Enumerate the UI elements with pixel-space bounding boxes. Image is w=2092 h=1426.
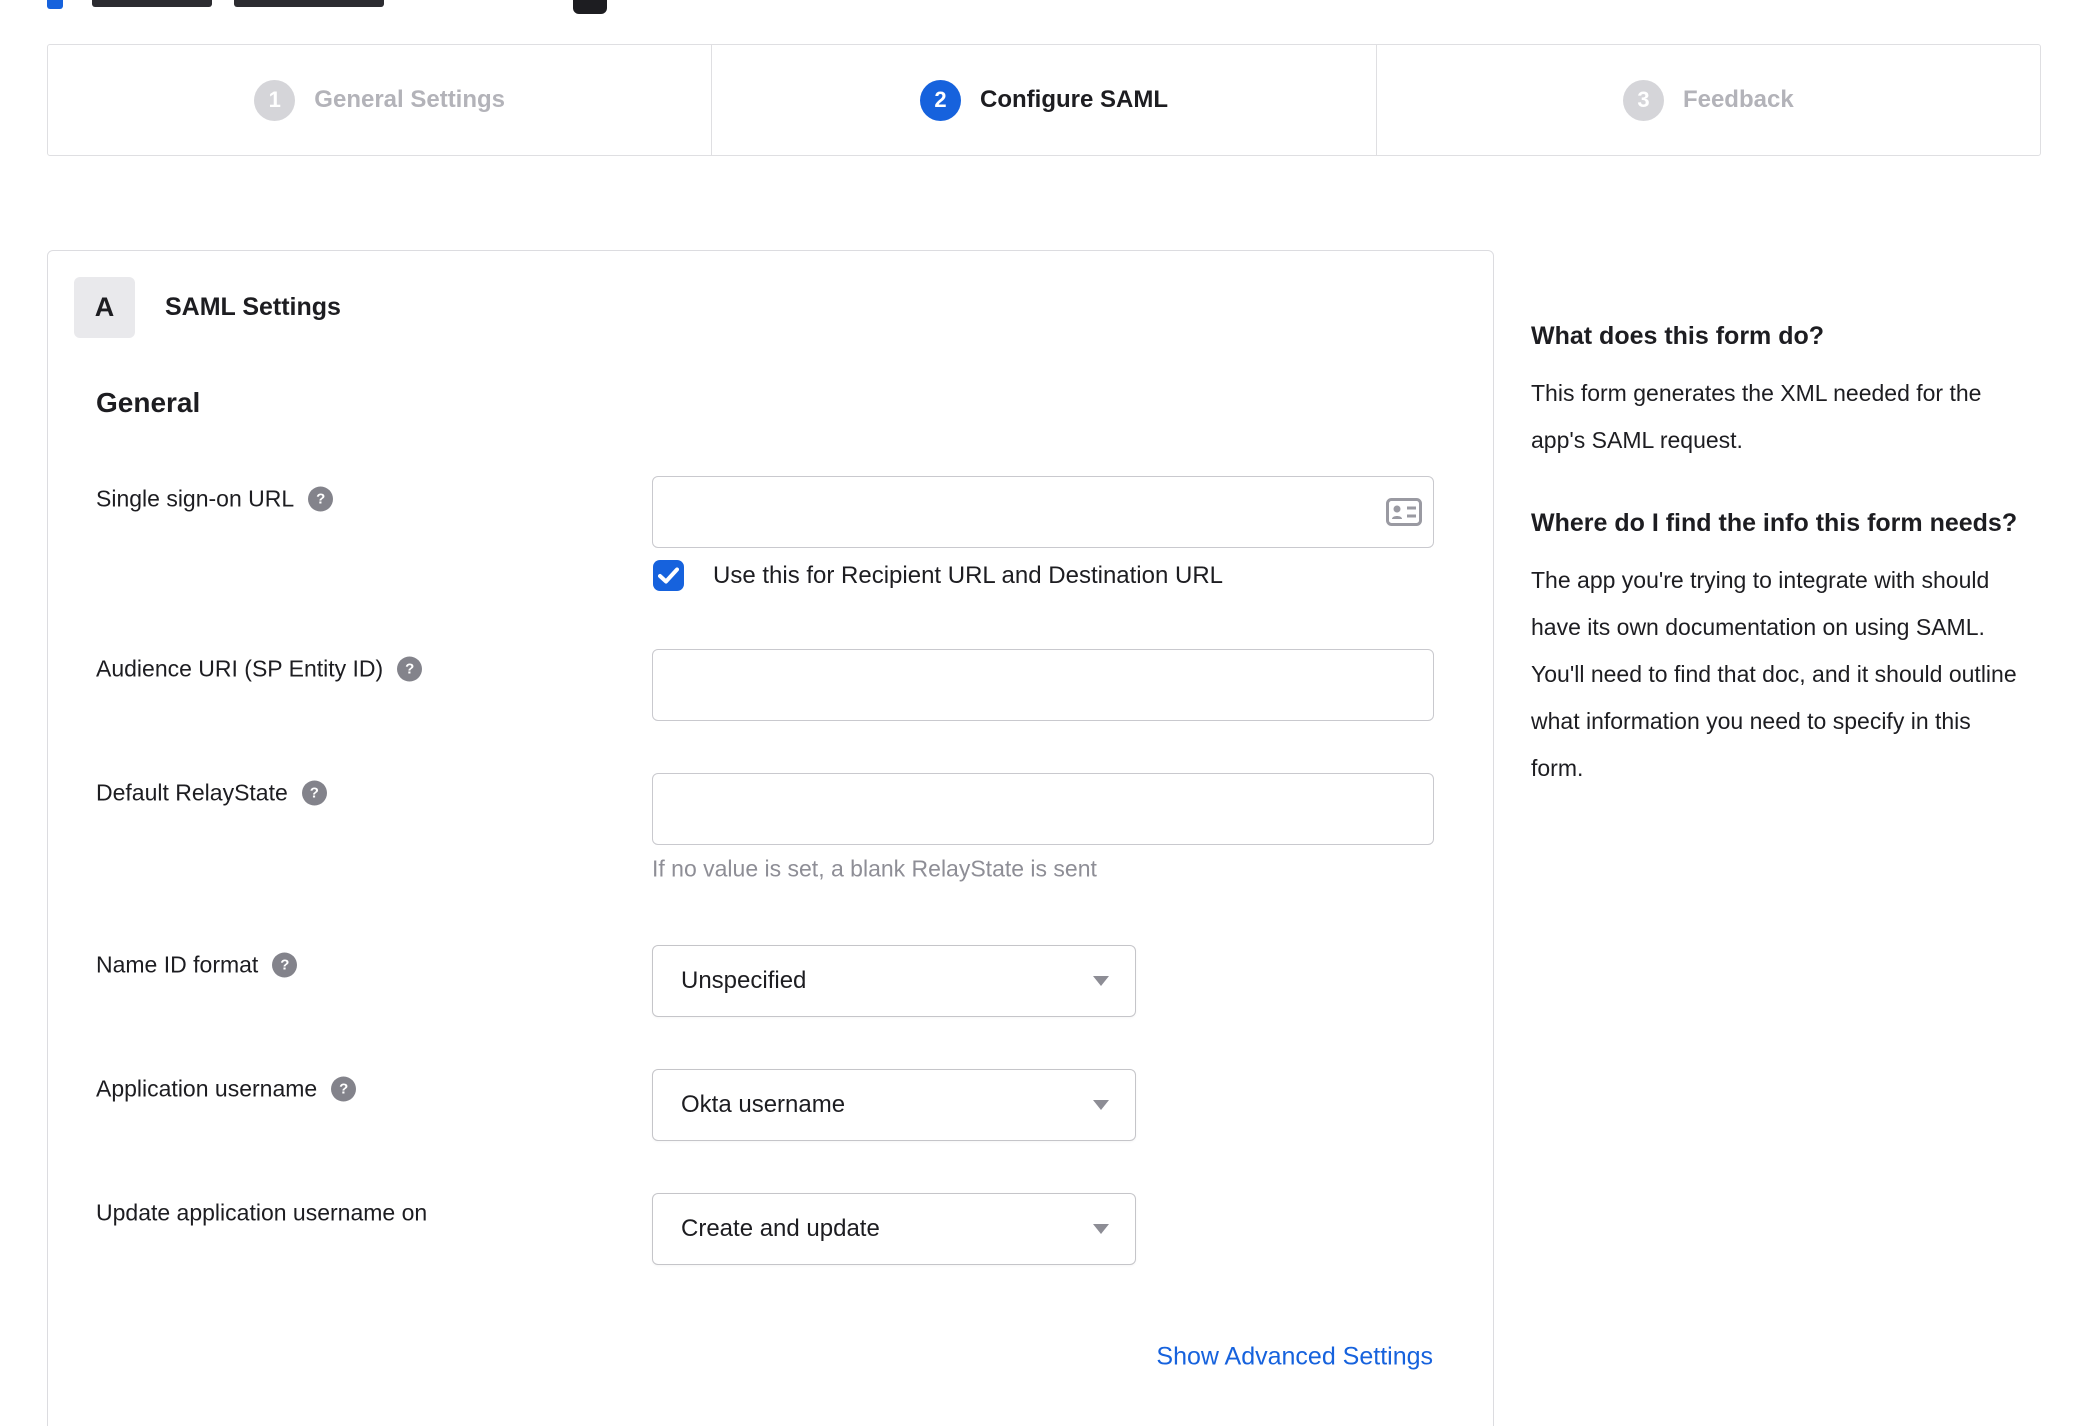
section-a-badge: A bbox=[74, 277, 135, 338]
name-id-format-label: Name ID format ? bbox=[96, 951, 298, 979]
chevron-down-icon bbox=[1093, 976, 1109, 986]
sidebar-heading-what: What does this form do? bbox=[1531, 322, 1825, 350]
name-id-format-value: Unspecified bbox=[681, 967, 807, 994]
step-general-settings[interactable]: 1 General Settings bbox=[48, 45, 711, 155]
step-number-badge: 2 bbox=[920, 79, 961, 121]
update-username-value: Create and update bbox=[681, 1215, 880, 1242]
step-configure-saml[interactable]: 2 Configure SAML bbox=[711, 45, 1375, 155]
panel-title: SAML Settings bbox=[165, 293, 341, 321]
update-username-label-text: Update application username on bbox=[96, 1199, 428, 1226]
cutoff-header-icon-fragment bbox=[573, 0, 607, 14]
autofill-contact-card-icon[interactable] bbox=[1386, 498, 1422, 526]
step-number-badge: 3 bbox=[1622, 79, 1664, 121]
sso-url-label-text: Single sign-on URL bbox=[96, 485, 295, 512]
chevron-down-icon bbox=[1093, 1100, 1109, 1110]
help-icon[interactable]: ? bbox=[397, 656, 423, 682]
update-username-label: Update application username on bbox=[96, 1200, 427, 1227]
help-icon[interactable]: ? bbox=[331, 1076, 357, 1102]
recipient-url-checkbox[interactable] bbox=[653, 560, 684, 591]
sidebar-body-what: This form generates the XML needed for t… bbox=[1531, 380, 1982, 454]
step-label: Feedback bbox=[1682, 86, 1794, 113]
application-username-label: Application username ? bbox=[96, 1075, 357, 1103]
audience-uri-input[interactable] bbox=[652, 649, 1434, 721]
step-label: Configure SAML bbox=[980, 86, 1168, 113]
configure-saml-page: 1 General Settings 2 Configure SAML 3 Fe… bbox=[0, 0, 2092, 1426]
application-username-select[interactable]: Okta username bbox=[652, 1069, 1136, 1141]
chevron-down-icon bbox=[1093, 1224, 1109, 1234]
relay-state-label-text: Default RelayState bbox=[96, 779, 288, 806]
sso-url-label: Single sign-on URL ? bbox=[96, 485, 334, 513]
sidebar-body-where: The app you're trying to integrate with … bbox=[1531, 566, 2017, 782]
help-sidebar: What does this form do? This form genera… bbox=[1531, 318, 2023, 832]
wizard-stepper: 1 General Settings 2 Configure SAML 3 Fe… bbox=[47, 44, 2041, 156]
cutoff-header-title-fragment bbox=[92, 0, 212, 7]
update-username-select[interactable]: Create and update bbox=[652, 1193, 1136, 1265]
cutoff-header-title-fragment bbox=[234, 0, 384, 7]
sso-url-input[interactable] bbox=[652, 476, 1434, 548]
name-id-format-select[interactable]: Unspecified bbox=[652, 945, 1136, 1017]
help-icon[interactable]: ? bbox=[301, 780, 327, 806]
name-id-format-label-text: Name ID format bbox=[96, 951, 259, 978]
relay-state-label: Default RelayState ? bbox=[96, 780, 327, 807]
relay-state-input[interactable] bbox=[652, 773, 1434, 845]
step-feedback[interactable]: 3 Feedback bbox=[1375, 45, 2040, 155]
general-section-heading: General bbox=[96, 387, 201, 418]
saml-settings-panel: A SAML Settings General Single sign-on U… bbox=[47, 250, 1494, 1426]
step-number-badge: 1 bbox=[254, 79, 296, 121]
show-advanced-settings-link[interactable]: Show Advanced Settings bbox=[1156, 1343, 1433, 1372]
audience-uri-label-text: Audience URI (SP Entity ID) bbox=[96, 655, 384, 682]
application-username-label-text: Application username bbox=[96, 1075, 318, 1102]
audience-uri-label: Audience URI (SP Entity ID) ? bbox=[96, 655, 423, 683]
recipient-url-checkbox-label[interactable]: Use this for Recipient URL and Destinati… bbox=[713, 562, 1223, 590]
relay-state-hint: If no value is set, a blank RelayState i… bbox=[652, 855, 1097, 882]
application-username-value: Okta username bbox=[681, 1091, 846, 1118]
step-label: General Settings bbox=[314, 86, 506, 113]
cutoff-header-blue-fragment bbox=[47, 0, 63, 9]
checkmark-icon bbox=[658, 567, 679, 584]
sidebar-heading-where: Where do I find the info this form needs… bbox=[1531, 508, 2018, 537]
help-icon[interactable]: ? bbox=[272, 952, 298, 978]
help-icon[interactable]: ? bbox=[308, 486, 334, 512]
